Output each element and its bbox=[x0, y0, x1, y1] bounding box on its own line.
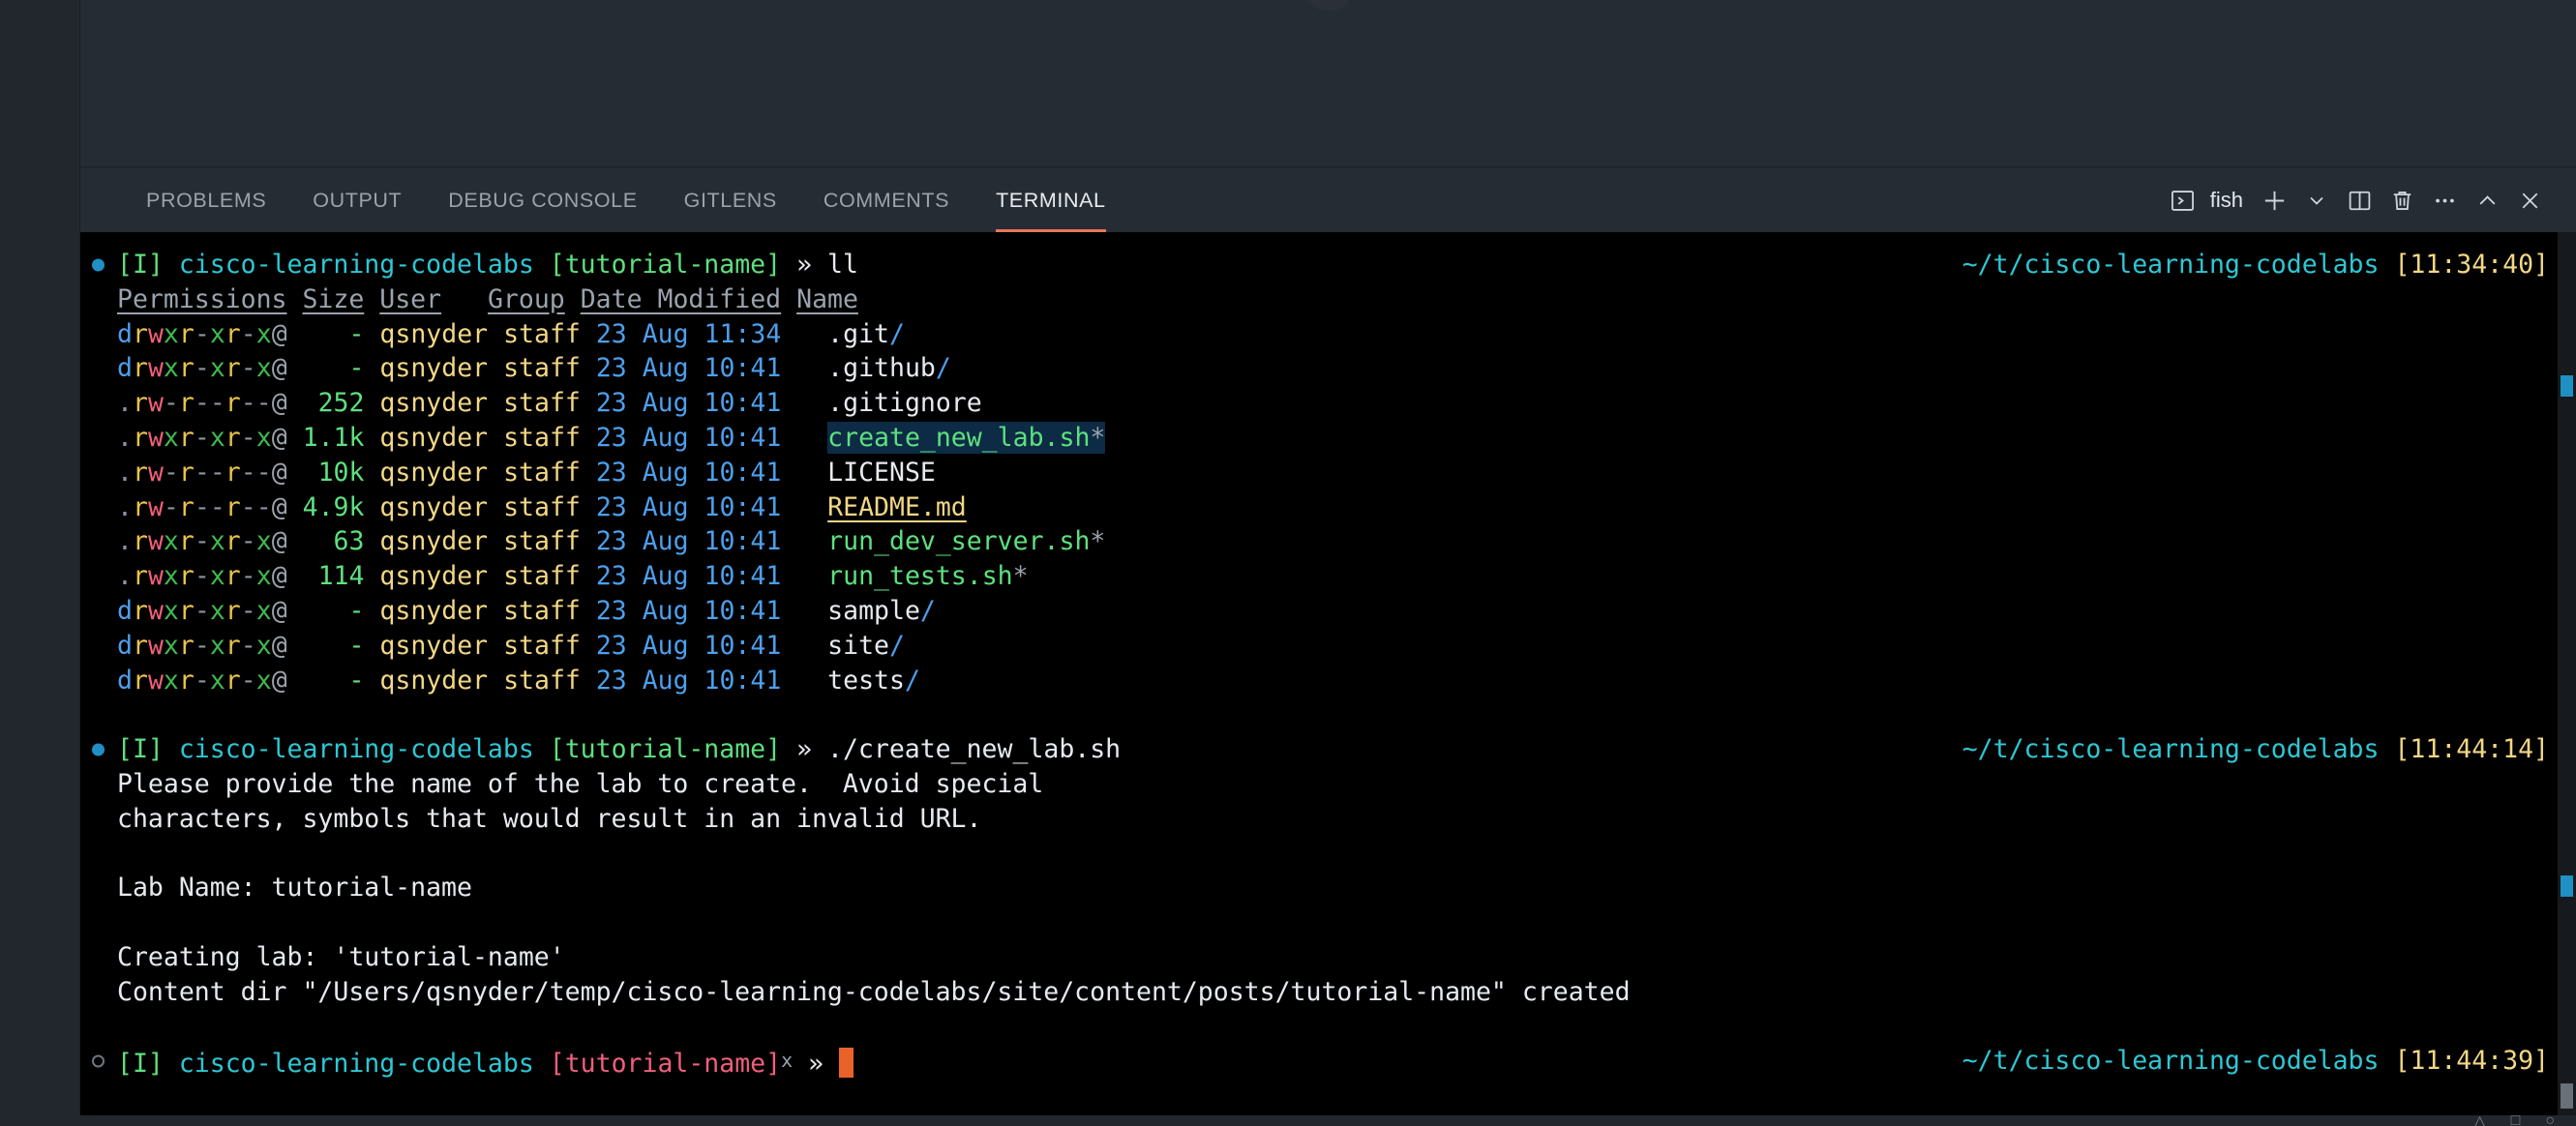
tab-terminal[interactable]: TERMINAL bbox=[973, 168, 1129, 232]
terminal-cursor bbox=[839, 1048, 854, 1079]
kill-terminal-button[interactable] bbox=[2381, 178, 2423, 222]
panel-header: PROBLEMS OUTPUT DEBUG CONSOLE GITLENS CO… bbox=[80, 168, 2576, 232]
scrollbar-thumb[interactable] bbox=[2561, 1083, 2573, 1109]
tab-debug-console[interactable]: DEBUG CONSOLE bbox=[425, 168, 660, 232]
tab-problems[interactable]: PROBLEMS bbox=[123, 168, 289, 232]
command-status-dot bbox=[92, 258, 105, 272]
shell-name-label[interactable]: fish bbox=[2204, 188, 2253, 213]
terminal-output-line: Content dir "/Users/qsnyder/temp/cisco-l… bbox=[117, 976, 1631, 1007]
terminal-prompt-line: [I] cisco-learning-codelabs [tutorial-na… bbox=[80, 248, 2576, 282]
new-terminal-button[interactable] bbox=[2253, 178, 2295, 222]
command-status-dot bbox=[92, 1054, 105, 1068]
right-prompt: ~/t/cisco-learning-codelabs [11:34:40] bbox=[1962, 250, 2549, 280]
terminal-overview-ruler[interactable] bbox=[2558, 232, 2576, 1115]
activity-bar bbox=[0, 0, 80, 1126]
maximize-panel-button[interactable] bbox=[2466, 178, 2508, 222]
editor-tab-nub bbox=[1303, 0, 1354, 12]
tab-gitlens[interactable]: GITLENS bbox=[661, 168, 800, 232]
terminal-output-line: Please provide the name of the lab to cr… bbox=[117, 768, 1044, 799]
panel-actions: fish bbox=[2162, 168, 2576, 232]
status-bell-icon[interactable]: △ bbox=[2473, 1115, 2485, 1126]
more-actions-button[interactable] bbox=[2423, 178, 2466, 222]
file-table-row: drwxr-xr-x@ - qsnyder staff 23 Aug 11:34… bbox=[117, 318, 905, 349]
terminal-output-line: characters, symbols that would result in… bbox=[117, 803, 982, 834]
terminal-output-line: Lab Name: tutorial-name bbox=[117, 873, 472, 904]
file-table-row: .rwxr-xr-x@ 1.1k qsnyder staff 23 Aug 10… bbox=[117, 421, 1106, 454]
panel-tab-list: PROBLEMS OUTPUT DEBUG CONSOLE GITLENS CO… bbox=[80, 168, 1129, 232]
terminal-viewport[interactable]: [I] cisco-learning-codelabs [tutorial-na… bbox=[80, 232, 2576, 1115]
file-table-row: .rwxr-xr-x@ 63 qsnyder staff 23 Aug 10:4… bbox=[117, 526, 1106, 557]
file-table-row: drwxr-xr-x@ - qsnyder staff 23 Aug 10:41… bbox=[117, 665, 920, 696]
right-prompt: ~/t/cisco-learning-codelabs [11:44:39] bbox=[1962, 1046, 2549, 1077]
terminal-output: [I] cisco-learning-codelabs [tutorial-na… bbox=[80, 232, 2576, 1079]
status-bar-items: △ □ ○ bbox=[2473, 1115, 2555, 1126]
vscode-window: PROBLEMS OUTPUT DEBUG CONSOLE GITLENS CO… bbox=[0, 0, 2576, 1126]
file-table-row: drwxr-xr-x@ - qsnyder staff 23 Aug 10:41… bbox=[117, 595, 936, 626]
status-layout-icon[interactable]: □ bbox=[2511, 1115, 2521, 1126]
right-prompt: ~/t/cisco-learning-codelabs [11:44:14] bbox=[1962, 734, 2549, 765]
file-table-row: .rw-r--r--@ 252 qsnyder staff 23 Aug 10:… bbox=[117, 388, 982, 419]
terminal-output-line: Creating lab: 'tutorial-name' bbox=[117, 941, 565, 972]
tab-output[interactable]: OUTPUT bbox=[289, 168, 425, 232]
file-table-row: .rw-r--r--@ 10k qsnyder staff 23 Aug 10:… bbox=[117, 457, 936, 488]
command-marker[interactable] bbox=[2561, 875, 2573, 897]
command-status-dot bbox=[92, 743, 105, 756]
tab-comments[interactable]: COMMENTS bbox=[800, 168, 973, 232]
new-terminal-dropdown-button[interactable] bbox=[2295, 178, 2338, 222]
file-table-row: .rw-r--r--@ 4.9k qsnyder staff 23 Aug 10… bbox=[117, 491, 967, 522]
status-bar: △ □ ○ bbox=[0, 1115, 2576, 1126]
editor-area bbox=[80, 0, 2576, 167]
file-table-row: drwxr-xr-x@ - qsnyder staff 23 Aug 10:41… bbox=[117, 353, 951, 384]
file-table-header: Permissions Size User Group Date Modifie… bbox=[117, 283, 858, 314]
close-panel-button[interactable] bbox=[2508, 178, 2551, 222]
command-marker[interactable] bbox=[2561, 375, 2573, 397]
status-account-icon[interactable]: ○ bbox=[2545, 1115, 2555, 1126]
file-table-row: .rwxr-xr-x@ 114 qsnyder staff 23 Aug 10:… bbox=[117, 561, 1029, 592]
terminal-prompt-line: [I] cisco-learning-codelabs [tutorial-na… bbox=[80, 1044, 2576, 1079]
terminal-icon[interactable] bbox=[2162, 178, 2204, 222]
file-table-row: drwxr-xr-x@ - qsnyder staff 23 Aug 10:41… bbox=[117, 630, 905, 661]
terminal-prompt-line: [I] cisco-learning-codelabs [tutorial-na… bbox=[80, 732, 2576, 767]
active-shell-selector[interactable]: fish bbox=[2162, 178, 2253, 222]
split-terminal-button[interactable] bbox=[2338, 178, 2381, 222]
